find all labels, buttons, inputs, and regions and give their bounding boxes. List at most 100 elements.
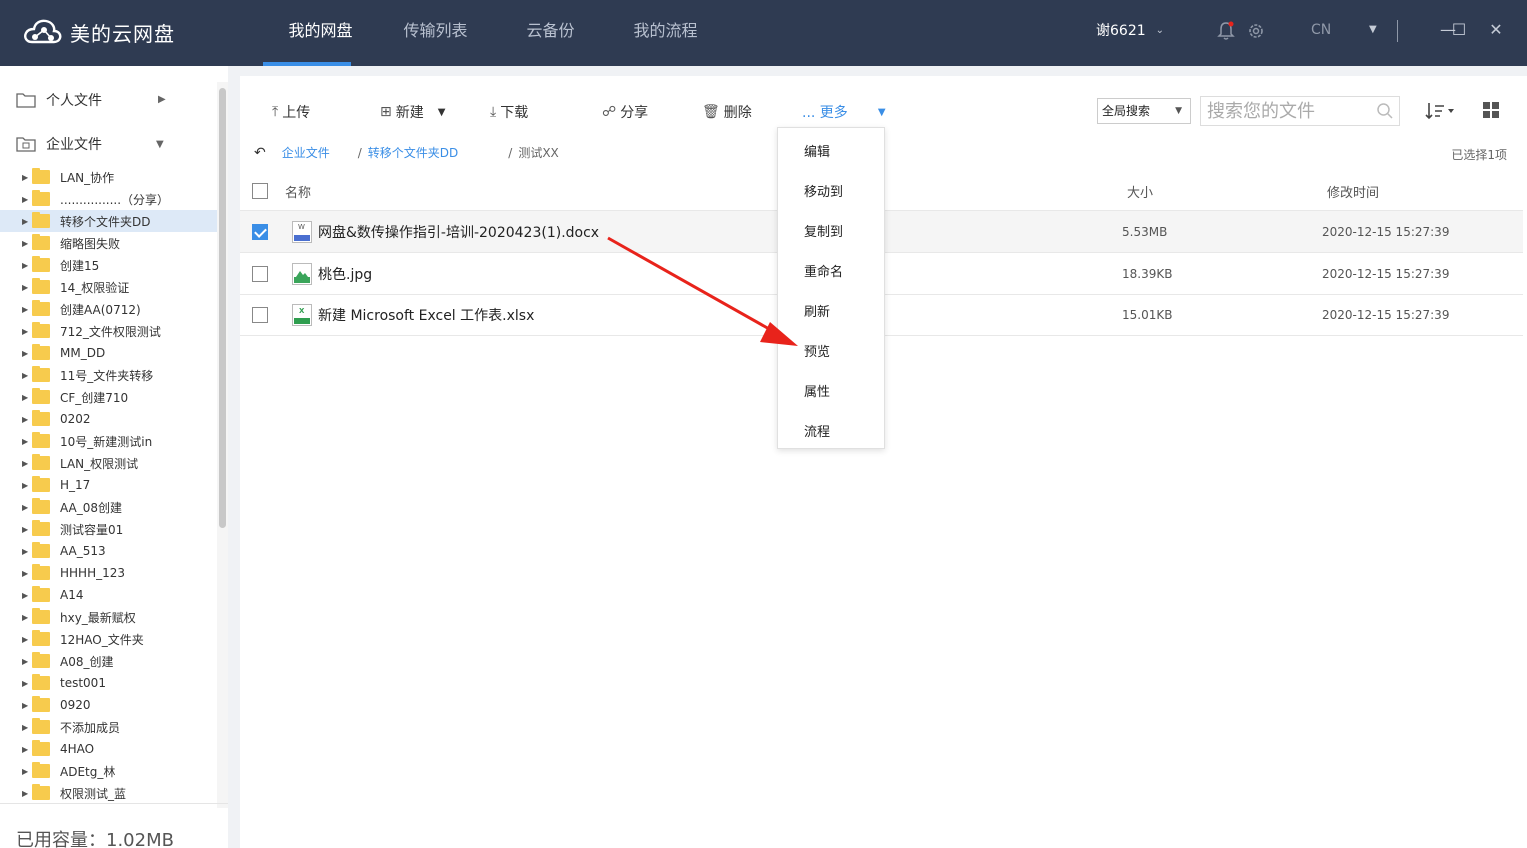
sidebar-folder-item[interactable]: ▶ 712_文件权限测试 [0, 320, 217, 342]
share-button[interactable]: ☍ 分享 [602, 102, 648, 122]
sidebar-folder-item[interactable]: ▶ HHHH_123 [0, 562, 217, 584]
expand-arrow-icon[interactable]: ▶ [22, 525, 32, 534]
sidebar-folder-item[interactable]: ▶ 4HAO [0, 738, 217, 760]
file-name[interactable]: 网盘&数传操作指引-培训-2020423(1).docx [318, 222, 599, 242]
sidebar-scrollbar-thumb[interactable] [219, 88, 226, 528]
more-button[interactable]: ... 更多 ▼ [802, 102, 886, 122]
header-modified[interactable]: 修改时间 [1327, 182, 1379, 201]
expand-arrow-icon[interactable]: ▶ [22, 261, 32, 270]
expand-arrow-icon[interactable]: ▶ [22, 217, 32, 226]
expand-arrow-icon[interactable]: ▶ [22, 327, 32, 336]
language-selector[interactable]: CN [1311, 22, 1331, 38]
sidebar-folder-item[interactable]: ▶ 0920 [0, 694, 217, 716]
sidebar-folder-item[interactable]: ▶ 权限测试_蓝 [0, 782, 217, 804]
sidebar-folder-item[interactable]: ▶ ADEtg_林 [0, 760, 217, 782]
notification-bell-icon[interactable] [1216, 20, 1236, 42]
expand-arrow-icon[interactable]: ▶ [22, 591, 32, 600]
expand-arrow-icon[interactable]: ▶ [22, 503, 32, 512]
expand-arrow-icon[interactable]: ▶ [22, 569, 32, 578]
download-button[interactable]: ⤓ 下载 [490, 102, 528, 122]
expand-arrow-icon[interactable]: ▶ [22, 459, 32, 468]
expand-arrow-icon[interactable]: ▶ [22, 349, 32, 358]
expand-arrow-icon[interactable]: ▶ [22, 679, 32, 688]
breadcrumb-item[interactable]: 转移个文件夹DD [368, 144, 458, 161]
expand-arrow-icon[interactable]: ▶ [22, 305, 32, 314]
expand-arrow-icon[interactable]: ▶ [22, 173, 32, 182]
sidebar-folder-item[interactable]: ▶ hxy_最新赋权 [0, 606, 217, 628]
row-checkbox[interactable] [252, 307, 268, 323]
menu-item-move-to[interactable]: 移动到 [804, 181, 843, 200]
sidebar-folder-item[interactable]: ▶ 0202 [0, 408, 217, 430]
expand-arrow-icon[interactable]: ▶ [22, 789, 32, 798]
grid-view-icon[interactable] [1483, 102, 1499, 118]
sidebar-folder-item[interactable]: ▶ 创建15 [0, 254, 217, 276]
sidebar-folder-item[interactable]: ▶ 缩略图失败 [0, 232, 217, 254]
search-input[interactable] [1200, 96, 1400, 126]
row-checkbox[interactable] [252, 265, 268, 282]
expand-arrow-icon[interactable]: ▶ [22, 767, 32, 776]
sidebar-folder-item[interactable]: ▶ AA_08创建 [0, 496, 217, 518]
sort-icon[interactable] [1424, 100, 1460, 122]
breadcrumb-item[interactable]: 企业文件 [282, 144, 330, 161]
sidebar-folder-item[interactable]: ▶ LAN_权限测试 [0, 452, 217, 474]
sidebar-enterprise-files[interactable]: 企业文件 [16, 132, 102, 156]
expand-arrow-icon[interactable]: ▶ [22, 371, 32, 380]
sidebar-folder-item[interactable]: ▶ ................（分享） [0, 188, 217, 210]
expand-arrow-icon[interactable]: ▶ [22, 393, 32, 402]
sidebar-folder-item[interactable]: ▶ 不添加成员 [0, 716, 217, 738]
chevron-right-icon[interactable]: ▶ [158, 94, 166, 105]
new-button[interactable]: ⊞ 新建 ▼ [380, 102, 445, 122]
menu-item-copy-to[interactable]: 复制到 [804, 221, 843, 240]
expand-arrow-icon[interactable]: ▶ [22, 195, 32, 204]
sidebar-folder-item[interactable]: ▶ 转移个文件夹DD [0, 210, 217, 232]
sidebar-folder-item[interactable]: ▶ CF_创建710 [0, 386, 217, 408]
sidebar-folder-item[interactable]: ▶ LAN_协作 [0, 166, 217, 188]
expand-arrow-icon[interactable]: ▶ [22, 547, 32, 556]
sidebar-folder-item[interactable]: ▶ 10号_新建测试in [0, 430, 217, 452]
sidebar-personal-files[interactable]: 个人文件 [16, 88, 102, 112]
more-dropdown-icon[interactable]: ▼ [878, 107, 886, 118]
select-all-checkbox[interactable] [252, 183, 268, 199]
tab-my-workflow[interactable]: 我的流程 [608, 0, 723, 66]
expand-arrow-icon[interactable]: ▶ [22, 613, 32, 622]
sidebar-folder-item[interactable]: ▶ H_17 [0, 474, 217, 496]
tab-cloud-backup[interactable]: 云备份 [493, 0, 608, 66]
expand-arrow-icon[interactable]: ▶ [22, 657, 32, 666]
menu-item-refresh[interactable]: 刷新 [804, 301, 830, 320]
sidebar-folder-item[interactable]: ▶ MM_DD [0, 342, 217, 364]
settings-gear-icon[interactable] [1246, 20, 1266, 42]
menu-item-preview[interactable]: 预览 [804, 341, 830, 360]
row-checkbox[interactable] [252, 223, 268, 240]
sidebar-folder-item[interactable]: ▶ 14_权限验证 [0, 276, 217, 298]
menu-item-rename[interactable]: 重命名 [804, 261, 843, 280]
expand-arrow-icon[interactable]: ▶ [22, 481, 32, 490]
expand-arrow-icon[interactable]: ▶ [22, 635, 32, 644]
file-name[interactable]: 桃色.jpg [318, 264, 372, 284]
file-name[interactable]: 新建 Microsoft Excel 工作表.xlsx [318, 305, 534, 325]
expand-arrow-icon[interactable]: ▶ [22, 283, 32, 292]
close-icon[interactable]: ✕ [1484, 18, 1508, 42]
sidebar-folder-item[interactable]: ▶ AA_513 [0, 540, 217, 562]
sidebar-folder-item[interactable]: ▶ A08_创建 [0, 650, 217, 672]
chevron-down-icon[interactable]: ▼ [156, 139, 164, 150]
expand-arrow-icon[interactable]: ▶ [22, 701, 32, 710]
delete-button[interactable]: 🗑 删除 [702, 102, 752, 122]
sidebar-folder-item[interactable]: ▶ 12HAO_文件夹 [0, 628, 217, 650]
tab-my-drive[interactable]: 我的网盘 [263, 0, 378, 66]
search-scope-select[interactable]: 全局搜索 ▼ [1097, 98, 1191, 124]
sidebar-folder-item[interactable]: ▶ test001 [0, 672, 217, 694]
menu-item-properties[interactable]: 属性 [804, 381, 830, 400]
expand-arrow-icon[interactable]: ▶ [22, 723, 32, 732]
header-name[interactable]: 名称 [285, 182, 311, 201]
sidebar-folder-item[interactable]: ▶ 11号_文件夹转移 [0, 364, 217, 386]
sidebar-folder-item[interactable]: ▶ A14 [0, 584, 217, 606]
sidebar-folder-item[interactable]: ▶ 测试容量01 [0, 518, 217, 540]
maximize-icon[interactable]: ☐ [1447, 18, 1471, 42]
menu-item-workflow[interactable]: 流程 [804, 421, 830, 440]
sidebar-folder-item[interactable]: ▶ 创建AA(0712) [0, 298, 217, 320]
header-size[interactable]: 大小 [1127, 182, 1153, 201]
search-icon[interactable] [1376, 102, 1394, 120]
back-arrow-icon[interactable]: ↶ [254, 145, 266, 161]
language-dropdown-icon[interactable]: ▼ [1369, 24, 1377, 35]
menu-item-edit[interactable]: 编辑 [804, 141, 830, 160]
